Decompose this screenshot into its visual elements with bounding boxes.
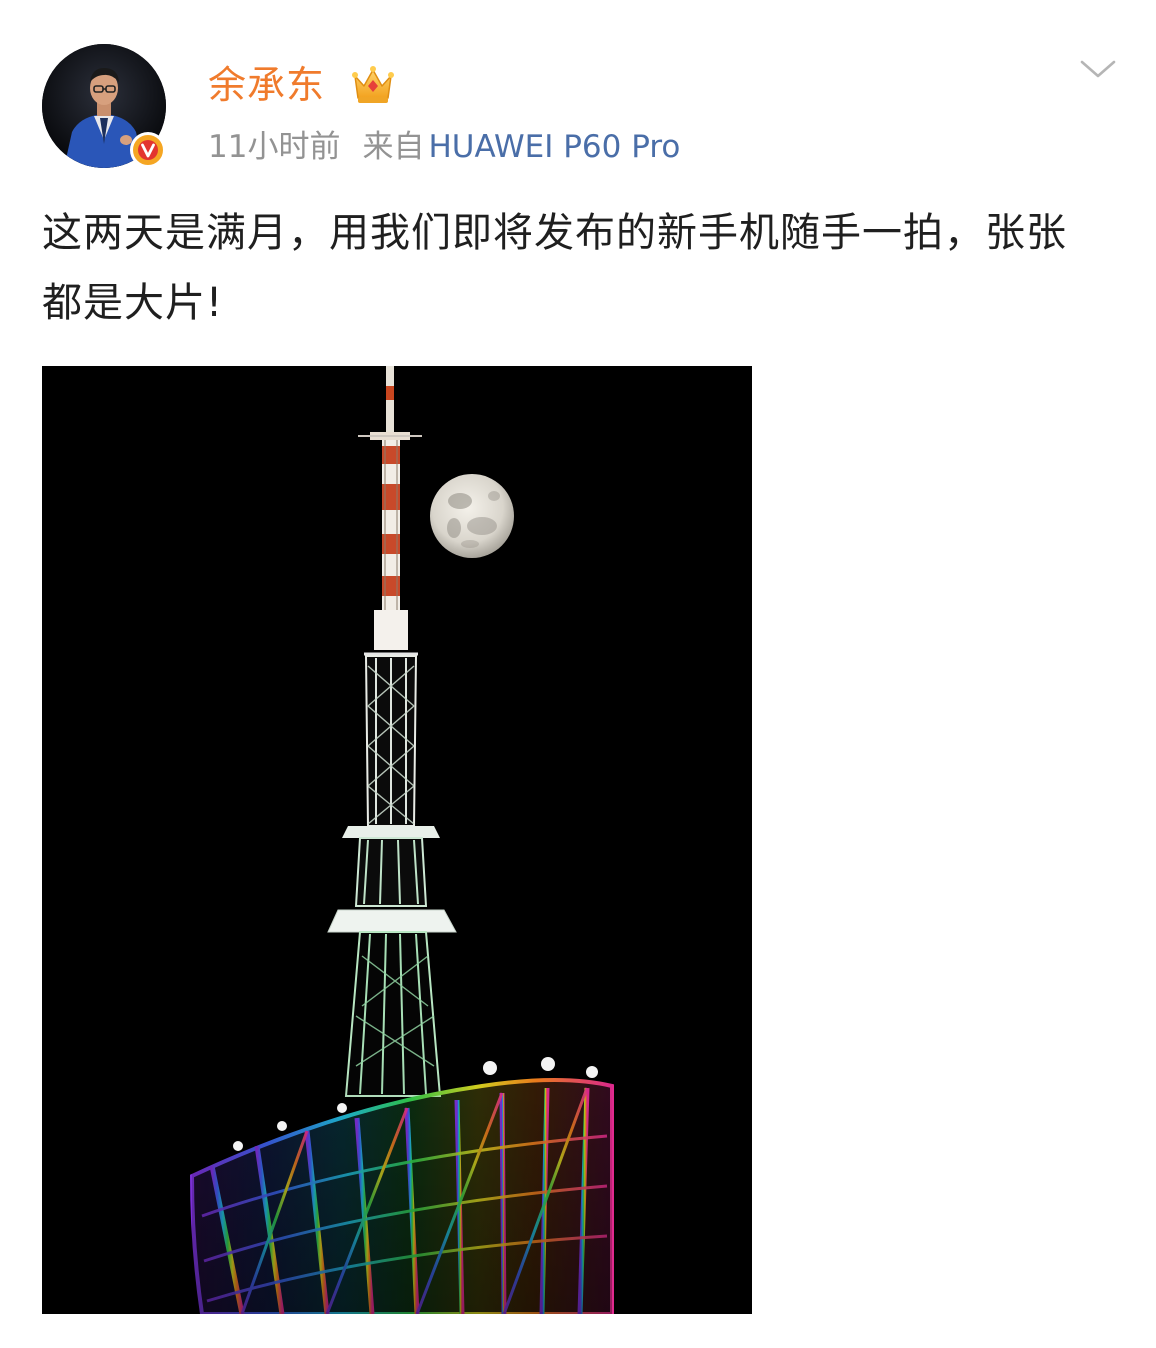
- chevron-down-icon[interactable]: [1076, 52, 1120, 86]
- author-name[interactable]: 余承东: [208, 60, 325, 110]
- post-text: 这两天是满月，用我们即将发布的新手机随手一拍，张张都是大片!: [42, 210, 1067, 326]
- moon: [430, 474, 514, 558]
- crown-icon[interactable]: [350, 62, 396, 106]
- verified-badge-icon: [130, 132, 166, 168]
- source-prefix: 来自: [362, 129, 425, 165]
- source-device-link[interactable]: HUAWEI P60 Pro: [428, 129, 680, 165]
- post-photo[interactable]: [42, 366, 752, 1314]
- author-avatar[interactable]: [42, 44, 166, 168]
- post-timestamp: 11小时前: [208, 129, 341, 165]
- post-meta: 11小时前 来自 HUAWEI P60 Pro: [208, 124, 680, 170]
- weibo-post: 余承东 11小时前 来自 HUAWEI P60 Pro 这两天是满月，用我们即将…: [0, 0, 1156, 1348]
